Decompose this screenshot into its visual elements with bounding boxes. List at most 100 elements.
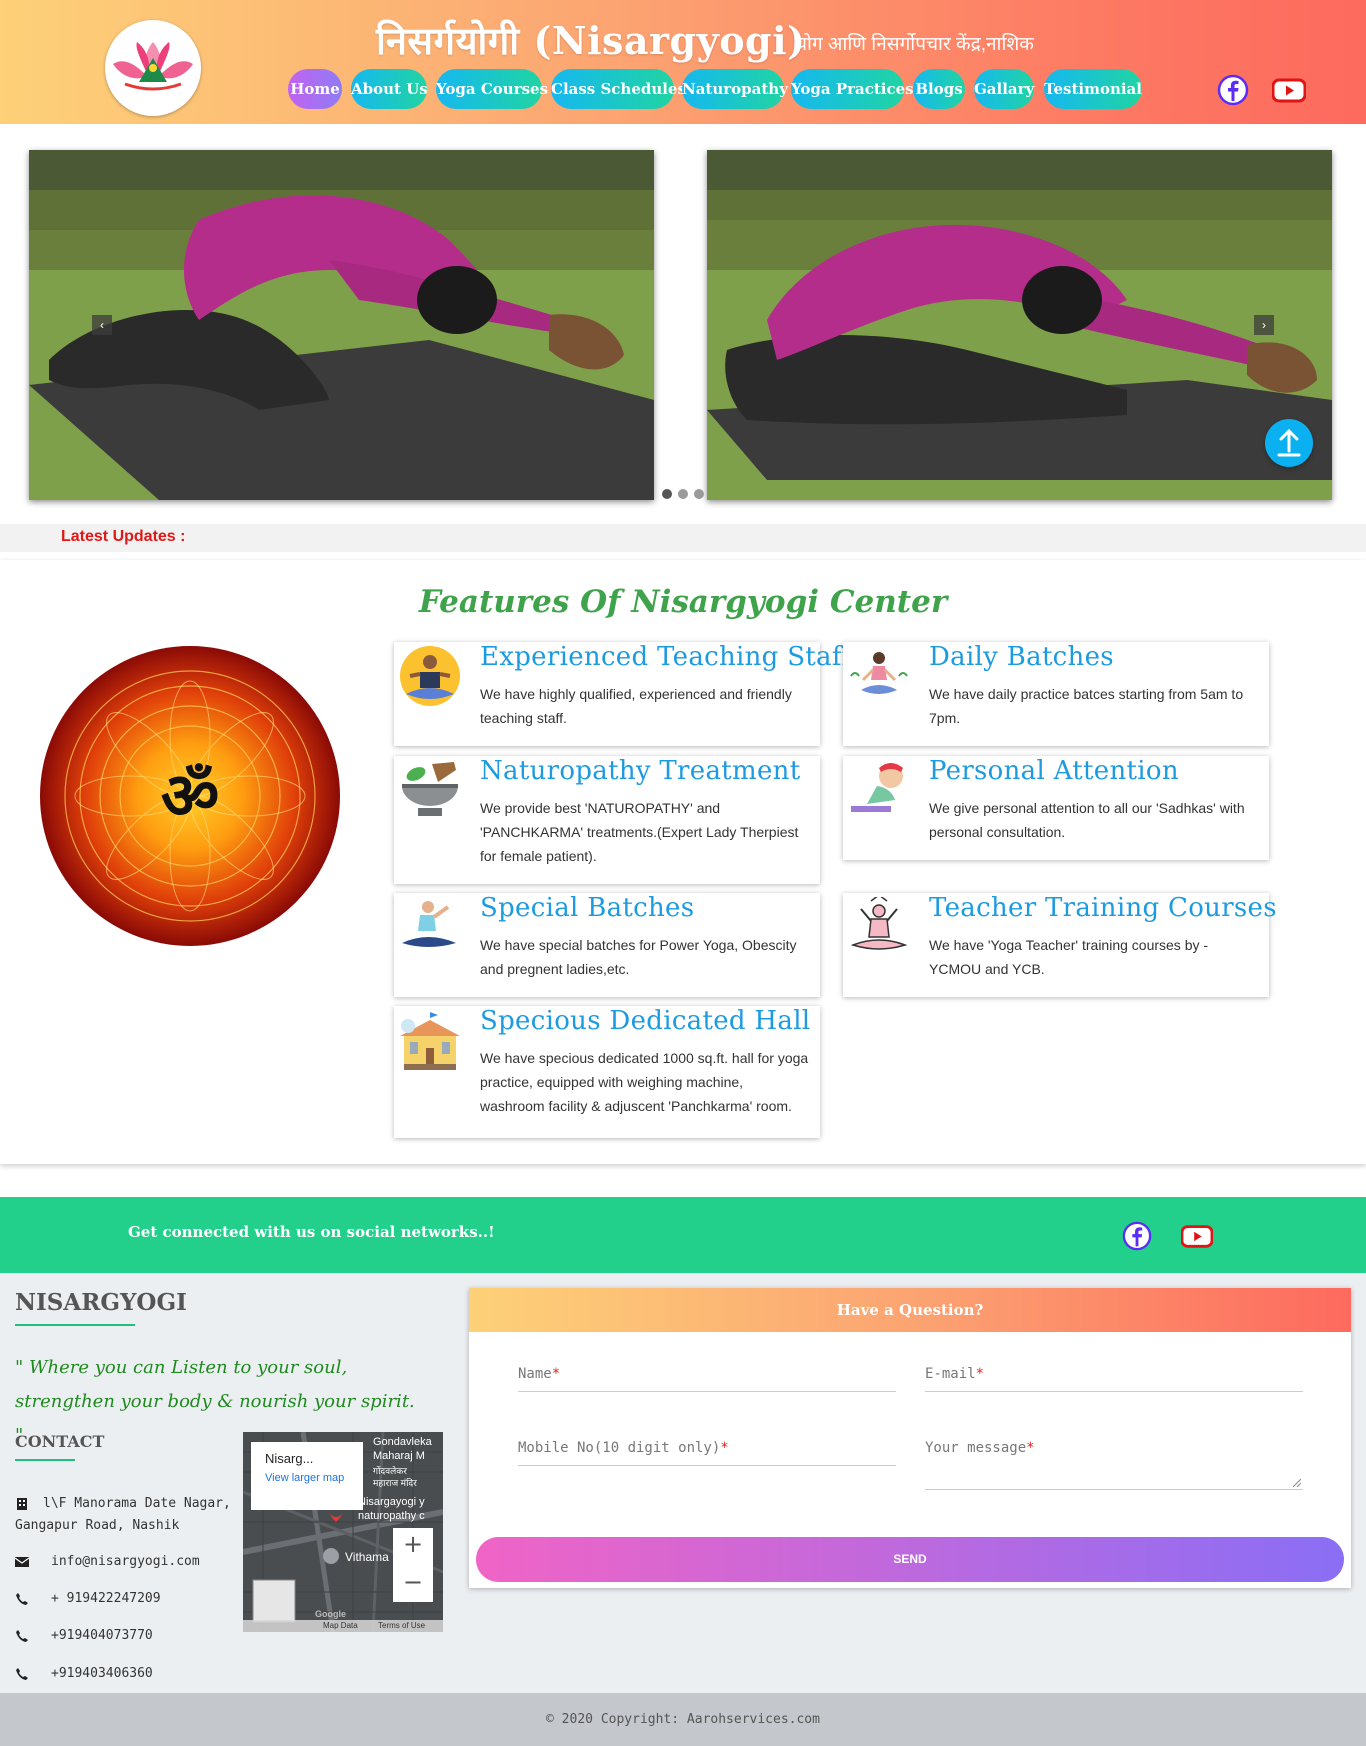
site-header: निसर्गयोगी (Nisargyogi) योग आणि निसर्गोप… xyxy=(0,0,1366,124)
features-title: Features Of Nisargyogi Center xyxy=(418,584,948,620)
nav-home[interactable]: Home xyxy=(288,69,342,109)
contact-phone[interactable]: + 919422247209 xyxy=(15,1588,245,1610)
phone-icon xyxy=(16,1668,28,1680)
nav-yoga-courses[interactable]: Yoga Courses xyxy=(436,69,548,109)
send-button[interactable]: SEND xyxy=(476,1537,1344,1582)
feature-card: Specious Dedicated Hall We have specious… xyxy=(394,1006,820,1138)
map-terms-link[interactable]: Terms of Use xyxy=(378,1621,425,1630)
map-label: Gondavleka xyxy=(373,1436,432,1448)
map-larger-link[interactable]: View larger map xyxy=(265,1471,345,1485)
feature-title: Experienced Teaching Staff xyxy=(480,642,852,672)
map-place-name: Nisarg... xyxy=(265,1451,314,1466)
contact-text: l\F Manorama Date Nagar, xyxy=(43,1496,231,1511)
google-map[interactable]: + − Nisarg... View larger map Gondavleka… xyxy=(243,1432,443,1632)
lotus-logo-icon xyxy=(113,42,193,91)
arrow-up-icon xyxy=(1277,428,1301,457)
feature-title: Specious Dedicated Hall xyxy=(480,1006,811,1036)
map-label: Google xyxy=(315,1609,346,1619)
map-label: naturopathy c xyxy=(358,1510,425,1522)
slider-dot[interactable] xyxy=(662,489,672,499)
svg-text:ॐ: ॐ xyxy=(161,760,219,834)
slider-dot[interactable] xyxy=(694,489,704,499)
mobile-field[interactable]: Mobile No(10 digit only)* xyxy=(518,1434,896,1466)
map-label: Maharaj M xyxy=(373,1450,425,1462)
social-bar: Get connected with us on social networks… xyxy=(0,1197,1366,1273)
feature-title: Special Batches xyxy=(480,893,695,923)
cobra-pose-icon xyxy=(851,763,903,812)
nav-yoga-practices[interactable]: Yoga Practices xyxy=(791,69,914,109)
contact-heading: CONTACT xyxy=(15,1432,105,1451)
contact-phone[interactable]: +919404073770 xyxy=(15,1625,245,1647)
phone-icon xyxy=(16,1630,28,1642)
building-icon xyxy=(17,1498,27,1510)
phone-icon xyxy=(16,1593,28,1605)
footer-brand: NISARGYOGI xyxy=(15,1289,187,1316)
image-slider: ‹ › xyxy=(0,124,1366,510)
feature-title: Naturopathy Treatment xyxy=(480,756,801,786)
building-icon xyxy=(400,1012,460,1070)
slider-dot[interactable] xyxy=(678,489,688,499)
site-subtitle: योग आणि निसर्गोपचार केंद्र,नाशिक xyxy=(796,34,1034,55)
nav-class-schedules[interactable]: Class Schedules xyxy=(551,69,686,109)
map-data-link[interactable]: Map Data xyxy=(323,1621,358,1630)
feature-text: We give personal attention to all our 'S… xyxy=(929,800,1245,840)
resize-handle-icon[interactable] xyxy=(1293,1479,1301,1487)
slider-prev-button[interactable]: ‹ xyxy=(92,315,112,335)
feature-text: We have highly qualified, experienced an… xyxy=(480,686,792,726)
facebook-icon[interactable] xyxy=(1217,74,1249,106)
feature-title: Daily Batches xyxy=(929,642,1114,672)
question-form: Have a Question? Name* E-mail* Mobile No… xyxy=(469,1288,1351,1588)
features-section: Features Of Nisargyogi Center ॐ Experien… xyxy=(0,560,1366,1164)
map-label: महाराज मंदिर xyxy=(373,1478,417,1488)
contact-text: Gangapur Road, Nashik xyxy=(15,1518,180,1533)
feature-text: We have specious dedicated 1000 sq.ft. h… xyxy=(480,1050,809,1114)
feature-text: We have daily practice batces starting f… xyxy=(929,686,1244,726)
lotus-pose-icon xyxy=(850,897,908,950)
feature-text: We have 'Yoga Teacher' training courses … xyxy=(929,937,1209,977)
feature-text: We have special batches for Power Yoga, … xyxy=(480,937,797,977)
facebook-icon[interactable] xyxy=(1122,1221,1152,1251)
slider-next-button[interactable]: › xyxy=(1254,315,1274,335)
message-label: Your message xyxy=(925,1440,1027,1456)
youtube-icon[interactable] xyxy=(1181,1221,1213,1251)
nav-about-us[interactable]: About Us xyxy=(351,69,428,109)
map-label: Vithama xyxy=(345,1550,389,1564)
nav-gallary[interactable]: Gallary xyxy=(974,69,1034,109)
mobile-label: Mobile No(10 digit only) xyxy=(518,1440,721,1456)
contact-text: + 919422247209 xyxy=(51,1591,161,1606)
feature-card: Teacher Training Courses We have 'Yoga T… xyxy=(843,893,1277,997)
om-mandala-icon: ॐ xyxy=(40,646,340,946)
logo[interactable] xyxy=(105,20,201,116)
contact-text: +919403406360 xyxy=(51,1666,153,1681)
envelope-icon xyxy=(15,1557,29,1567)
contact-text: +919404073770 xyxy=(51,1628,153,1643)
meditating-woman-icon xyxy=(850,652,908,694)
email-field[interactable]: E-mail* xyxy=(925,1360,1303,1392)
copyright: © 2020 Copyright: Aarohservices.com xyxy=(0,1693,1366,1746)
site-title: निसर्गयोगी (Nisargyogi) xyxy=(376,18,806,63)
scroll-to-top-button[interactable] xyxy=(1265,419,1313,467)
feature-title: Personal Attention xyxy=(929,756,1179,786)
youtube-icon[interactable] xyxy=(1272,74,1306,106)
required-marker: * xyxy=(551,1366,561,1382)
form-heading: Have a Question? xyxy=(469,1288,1351,1332)
feature-card: Daily Batches We have daily practice bat… xyxy=(843,642,1269,746)
nav-testimonial[interactable]: Testimonial xyxy=(1044,69,1142,109)
contact-phone[interactable]: +919403406360 xyxy=(15,1663,245,1685)
contact-email[interactable]: info@nisargyogi.com xyxy=(15,1551,245,1573)
nav-naturopathy[interactable]: Naturopathy xyxy=(682,69,788,109)
svg-text:+: + xyxy=(403,1530,423,1558)
svg-text:−: − xyxy=(403,1568,423,1596)
divider xyxy=(15,1459,75,1461)
slide-image xyxy=(707,150,1332,500)
divider xyxy=(15,1324,135,1326)
nav-blogs[interactable]: Blogs xyxy=(913,69,965,109)
required-marker: * xyxy=(975,1366,985,1382)
contact-address: l\F Manorama Date Nagar, Gangapur Road, … xyxy=(15,1493,245,1537)
name-field[interactable]: Name* xyxy=(518,1360,896,1392)
feature-title: Teacher Training Courses xyxy=(929,893,1277,923)
feature-card: Personal Attention We give personal atte… xyxy=(843,756,1269,860)
slide-image xyxy=(29,150,654,500)
message-field[interactable]: Your message* xyxy=(925,1434,1303,1490)
latest-updates-label: Latest Updates : xyxy=(61,528,186,545)
